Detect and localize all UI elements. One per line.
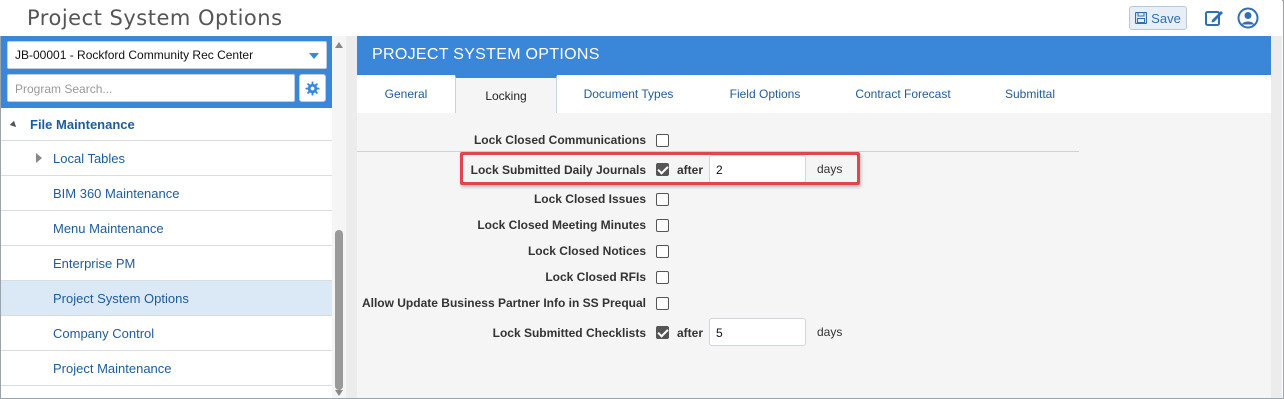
checklists-days-input[interactable]: 5 <box>709 318 806 346</box>
save-button-label: Save <box>1151 10 1181 26</box>
tab-contract-forecast[interactable]: Contract Forecast <box>830 75 976 113</box>
option-label: Lock Closed Issues <box>533 192 646 206</box>
sidebar-header: JB-00001 - Rockford Community Rec Center… <box>1 36 332 108</box>
after-label: after <box>677 326 704 340</box>
right-edge-strip <box>1271 36 1282 398</box>
sidebar-item-label: Local Tables <box>53 151 126 166</box>
lock-closed-rfis-checkbox[interactable] <box>656 271 669 284</box>
sidebar-item-label: Enterprise PM <box>53 256 136 271</box>
job-select-value: JB-00001 - Rockford Community Rec Center <box>15 48 254 62</box>
gear-icon <box>305 80 320 96</box>
option-label: Lock Closed Communications <box>473 133 646 147</box>
tab-document-types[interactable]: Document Types <box>557 75 700 113</box>
collapse-icon <box>9 120 19 130</box>
days-label: days <box>817 325 843 339</box>
sidebar-item-project-maintenance[interactable]: Project Maintenance <box>1 351 332 386</box>
sidebar-item-label: BIM 360 Maintenance <box>53 186 180 201</box>
sidebar-item-local-tables[interactable]: Local Tables <box>1 141 332 176</box>
lock-closed-communications-checkbox[interactable] <box>656 134 669 147</box>
sidebar: JB-00001 - Rockford Community Rec Center… <box>1 36 332 398</box>
sidebar-item-project-system-options[interactable]: Project System Options <box>1 281 332 316</box>
settings-button[interactable] <box>299 74 326 102</box>
scroll-down-icon[interactable] <box>335 390 343 396</box>
sidebar-section-file-maintenance[interactable]: File Maintenance <box>1 108 332 141</box>
save-button[interactable]: Save <box>1129 6 1187 30</box>
sidebar-item-label: Project Maintenance <box>53 361 172 376</box>
tab-bar: General Locking Document Types Field Opt… <box>357 75 1271 152</box>
sidebar-item-enterprise-pm[interactable]: Enterprise PM <box>1 246 332 281</box>
job-select[interactable]: JB-00001 - Rockford Community Rec Center <box>7 41 327 69</box>
page-title: PROJECT SYSTEM OPTIONS <box>372 46 600 63</box>
tab-general[interactable]: General <box>357 75 455 113</box>
app-title: Project System Options <box>27 6 283 30</box>
scroll-thumb[interactable] <box>335 230 343 390</box>
option-label: Lock Closed RFIs <box>545 270 646 284</box>
sidebar-item-bim-360-maintenance[interactable]: BIM 360 Maintenance <box>1 176 332 211</box>
option-label: Allow Update Business Partner Info in SS… <box>361 296 646 310</box>
sidebar-item-label: Company Control <box>53 326 155 341</box>
option-label: Lock Closed Notices <box>527 244 646 258</box>
user-icon[interactable] <box>1237 7 1259 29</box>
tab-field-options[interactable]: Field Options <box>700 75 830 113</box>
scroll-up-icon[interactable] <box>335 42 343 48</box>
main-panel: PROJECT SYSTEM OPTIONS General Locking D… <box>357 36 1271 398</box>
title-bar: Project System Options Save <box>0 0 1282 36</box>
lock-closed-meeting-minutes-checkbox[interactable] <box>656 219 669 232</box>
lock-submitted-checklists-checkbox[interactable] <box>656 326 669 339</box>
expand-icon <box>36 153 42 163</box>
option-label: Lock Submitted Checklists <box>492 326 646 340</box>
lock-closed-notices-checkbox[interactable] <box>656 245 669 258</box>
allow-update-business-partner-checkbox[interactable] <box>656 297 669 310</box>
sidebar-item-company-control[interactable]: Company Control <box>1 316 332 351</box>
lock-closed-issues-checkbox[interactable] <box>656 193 669 206</box>
main-header: PROJECT SYSTEM OPTIONS <box>357 36 1271 75</box>
sidebar-item-label: Project System Options <box>53 291 189 306</box>
sidebar-section-label: File Maintenance <box>30 117 135 132</box>
highlight-box <box>460 152 860 185</box>
option-label: Lock Closed Meeting Minutes <box>477 218 646 232</box>
tab-locking[interactable]: Locking <box>455 75 557 113</box>
chevron-down-icon <box>309 53 319 59</box>
panel-splitter[interactable] <box>346 36 357 398</box>
program-search-input[interactable]: Program Search... <box>7 74 295 102</box>
edit-icon[interactable] <box>1204 8 1224 28</box>
tab-submittal[interactable]: Submittal <box>976 75 1084 113</box>
sidebar-item-label: Menu Maintenance <box>53 221 164 236</box>
sidebar-item-menu-maintenance[interactable]: Menu Maintenance <box>1 211 332 246</box>
save-icon <box>1135 12 1148 24</box>
sidebar-scrollbar[interactable] <box>332 36 346 398</box>
